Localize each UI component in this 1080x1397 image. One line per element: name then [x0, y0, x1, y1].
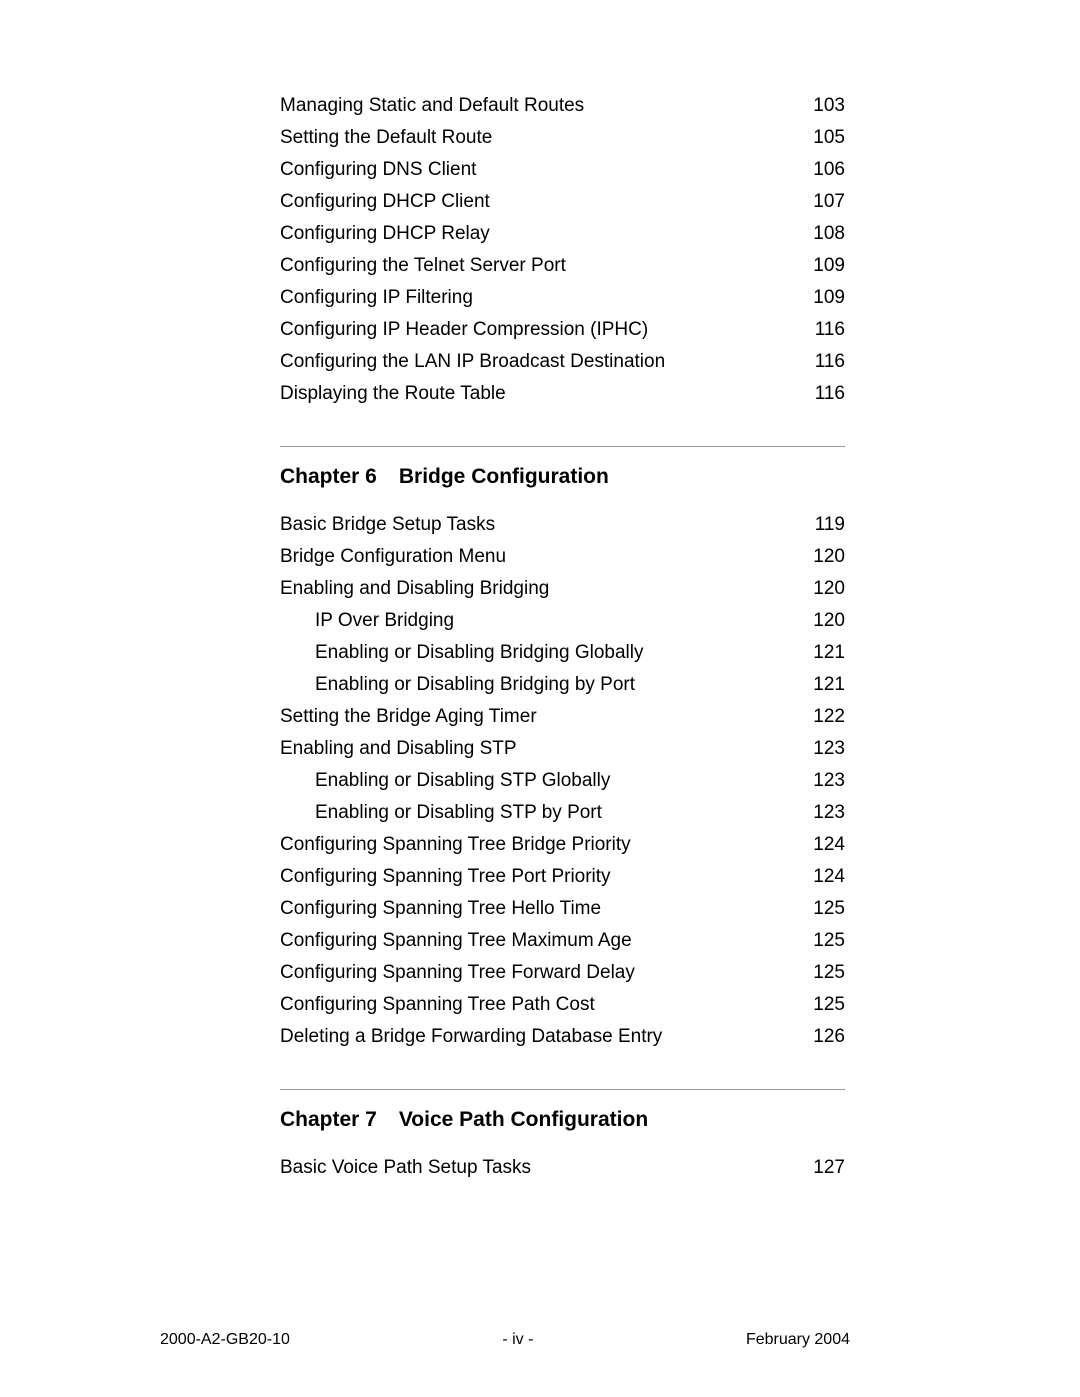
toc-entry-page: 106 — [813, 154, 845, 186]
toc-entry[interactable]: Configuring Spanning Tree Maximum Age 125 — [280, 925, 845, 957]
toc-entry[interactable]: Enabling or Disabling Bridging Globally 1… — [280, 637, 845, 669]
toc-entry-page: 116 — [815, 346, 845, 378]
footer-date: February 2004 — [746, 1331, 850, 1349]
toc-entry-title: Managing Static and Default Routes — [280, 90, 584, 122]
chapter-title: Voice Path Configuration — [399, 1108, 648, 1131]
toc-entry-page: 125 — [813, 925, 845, 957]
toc-entry[interactable]: Setting the Bridge Aging Timer 122 — [280, 701, 845, 733]
document-page: Managing Static and Default Routes103Set… — [0, 0, 1080, 1397]
chapter-heading: Chapter 7 Voice Path Configuration — [280, 1108, 845, 1132]
toc-entry-title: Basic Voice Path Setup Tasks — [280, 1152, 531, 1184]
toc-entry-page: 109 — [813, 282, 845, 314]
footer-page-number: - iv - — [502, 1331, 533, 1349]
toc-entry[interactable]: Deleting a Bridge Forwarding Database En… — [280, 1021, 845, 1053]
chapter-number: Chapter 7 — [280, 1108, 377, 1131]
toc-entry-page: 121 — [813, 669, 845, 701]
toc-entry[interactable]: Configuring IP Filtering 109 — [280, 282, 845, 314]
toc-entry-title: IP Over Bridging — [315, 605, 454, 637]
toc-entry[interactable]: Configuring Spanning Tree Hello Time 125 — [280, 893, 845, 925]
toc-entry[interactable]: Enabling or Disabling STP by Port 123 — [280, 797, 845, 829]
toc-entry[interactable]: Basic Voice Path Setup Tasks 127 — [280, 1152, 845, 1184]
toc-entry-page: 107 — [813, 186, 845, 218]
toc-entry-title: Basic Bridge Setup Tasks — [280, 509, 495, 541]
toc-entry[interactable]: Configuring DHCP Relay 108 — [280, 218, 845, 250]
toc-entry-page: 124 — [813, 861, 845, 893]
toc-entry[interactable]: Setting the Default Route 105 — [280, 122, 845, 154]
toc-entry[interactable]: Displaying the Route Table 116 — [280, 378, 845, 410]
toc-entry-title: Configuring DNS Client — [280, 154, 476, 186]
toc-entry[interactable]: Enabling or Disabling STP Globally 123 — [280, 765, 845, 797]
toc-entry-page: 116 — [815, 314, 845, 346]
toc-entry-page: 123 — [813, 733, 845, 765]
toc-entry-page: 108 — [813, 218, 845, 250]
toc-entry[interactable]: Bridge Configuration Menu 120 — [280, 541, 845, 573]
section-divider — [280, 446, 845, 447]
toc-entry-title: Enabling or Disabling STP by Port — [315, 797, 602, 829]
toc-entry[interactable]: Managing Static and Default Routes 103 — [280, 90, 845, 122]
page-footer: 2000-A2-GB20-10 - iv - February 2004 — [0, 1331, 1080, 1349]
footer-doc-number: 2000-A2-GB20-10 — [160, 1331, 290, 1349]
toc-entry-title: Enabling and Disabling STP — [280, 733, 517, 765]
toc-entry-page: 120 — [813, 541, 845, 573]
toc-entry-title: Enabling or Disabling STP Globally — [315, 765, 610, 797]
toc-entry[interactable]: Configuring Spanning Tree Forward Delay 1… — [280, 957, 845, 989]
section-divider — [280, 1089, 845, 1090]
toc-entry-title: Enabling or Disabling Bridging by Port — [315, 669, 635, 701]
toc-entry-title: Deleting a Bridge Forwarding Database En… — [280, 1021, 662, 1053]
toc-entry-title: Enabling and Disabling Bridging — [280, 573, 549, 605]
toc-entry-page: 120 — [813, 605, 845, 637]
toc-entry-title: Configuring Spanning Tree Maximum Age — [280, 925, 632, 957]
toc-entry-title: Configuring Spanning Tree Hello Time — [280, 893, 601, 925]
toc-entry-page: 121 — [813, 637, 845, 669]
toc-entry-title: Configuring IP Filtering — [280, 282, 473, 314]
toc-entry-title: Configuring DHCP Relay — [280, 218, 490, 250]
toc-entry-page: 125 — [813, 989, 845, 1021]
toc-entry-page: 123 — [813, 797, 845, 829]
toc-entry-title: Setting the Default Route — [280, 122, 492, 154]
toc-entry-page: 119 — [815, 509, 845, 541]
toc-entry-title: Configuring the Telnet Server Port — [280, 250, 566, 282]
toc-entry[interactable]: Configuring the Telnet Server Port 109 — [280, 250, 845, 282]
toc-entry-page: 103 — [813, 90, 845, 122]
toc-entry-page: 124 — [813, 829, 845, 861]
toc-entry[interactable]: Basic Bridge Setup Tasks 119 — [280, 509, 845, 541]
toc-entry-title: Displaying the Route Table — [280, 378, 506, 410]
chapter-heading: Chapter 6 Bridge Configuration — [280, 465, 845, 489]
toc-entry[interactable]: IP Over Bridging 120 — [280, 605, 845, 637]
toc-entry[interactable]: Configuring Spanning Tree Path Cost 125 — [280, 989, 845, 1021]
toc-entry[interactable]: Configuring IP Header Compression (IPHC)… — [280, 314, 845, 346]
toc-entry[interactable]: Enabling and Disabling Bridging 120 — [280, 573, 845, 605]
toc-entry[interactable]: Configuring the LAN IP Broadcast Destina… — [280, 346, 845, 378]
toc-entry-title: Configuring Spanning Tree Bridge Priorit… — [280, 829, 631, 861]
toc-entry-page: 125 — [813, 893, 845, 925]
toc-entry[interactable]: Enabling and Disabling STP 123 — [280, 733, 845, 765]
toc-entry-title: Configuring Spanning Tree Forward Delay — [280, 957, 635, 989]
toc-entry-page: 122 — [813, 701, 845, 733]
toc-entry-page: 123 — [813, 765, 845, 797]
toc-entry-title: Configuring Spanning Tree Path Cost — [280, 989, 595, 1021]
toc-entry[interactable]: Enabling or Disabling Bridging by Port 12… — [280, 669, 845, 701]
toc-entry-page: 125 — [813, 957, 845, 989]
toc-entry-page: 109 — [813, 250, 845, 282]
toc-entry-page: 105 — [813, 122, 845, 154]
toc-entry-title: Configuring the LAN IP Broadcast Destina… — [280, 346, 665, 378]
toc-entry-title: Bridge Configuration Menu — [280, 541, 506, 573]
toc-entry-title: Enabling or Disabling Bridging Globally — [315, 637, 643, 669]
toc-entry[interactable]: Configuring Spanning Tree Port Priority 1… — [280, 861, 845, 893]
toc-entry-page: 116 — [815, 378, 845, 410]
toc-entry-title: Configuring IP Header Compression (IPHC) — [280, 314, 648, 346]
toc-entry-title: Setting the Bridge Aging Timer — [280, 701, 537, 733]
toc-entry[interactable]: Configuring DHCP Client 107 — [280, 186, 845, 218]
toc-entry-page: 127 — [813, 1152, 845, 1184]
toc-entry-title: Configuring DHCP Client — [280, 186, 490, 218]
chapter-title: Bridge Configuration — [399, 465, 609, 488]
chapter-number: Chapter 6 — [280, 465, 377, 488]
table-of-contents: Managing Static and Default Routes103Set… — [280, 90, 845, 1184]
toc-entry[interactable]: Configuring DNS Client 106 — [280, 154, 845, 186]
toc-entry-page: 126 — [813, 1021, 845, 1053]
toc-entry-page: 120 — [813, 573, 845, 605]
toc-entry-title: Configuring Spanning Tree Port Priority — [280, 861, 611, 893]
toc-entry[interactable]: Configuring Spanning Tree Bridge Priorit… — [280, 829, 845, 861]
